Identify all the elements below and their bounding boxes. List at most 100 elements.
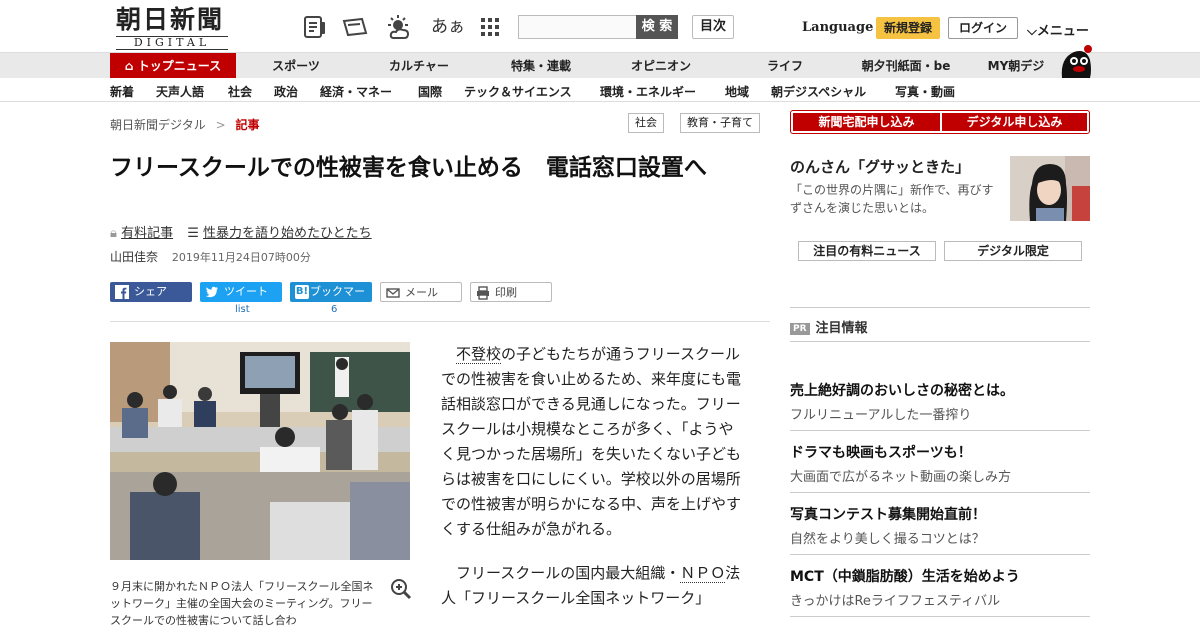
zoom-icon[interactable] [390,578,412,600]
login-button[interactable]: ログイン [948,17,1018,39]
article-photo[interactable] [110,342,410,560]
nav2-item[interactable]: 社会 [228,83,252,100]
mascot-icon [1061,45,1092,78]
nav-item-life[interactable]: ライフ [744,53,826,79]
pr-item[interactable]: MCT（中鎖脂肪酸）生活を始めよう きっかけはReライフフェスティバル [790,566,1090,609]
pr-item[interactable]: ドラマも映画もスポーツも！ 大画面で広がるネット動画の楽しみ方 [790,442,1090,485]
paragraph: フリースクールの国内最大組織・ＮＰＯ法人「フリースクール全国ネットワーク」 [441,561,747,611]
nav2-item[interactable]: 国際 [418,83,442,100]
search-input[interactable] [518,15,638,39]
print-button[interactable]: 印刷 [470,282,552,302]
print-label: 印刷 [495,286,517,299]
nav-item-culture[interactable]: カルチャー [378,53,460,79]
pr-item-title: MCT（中鎖脂肪酸）生活を始めよう [790,569,1020,585]
article-body: 不登校の子どもたちが通うフリースクールでの性被害を食い止めるため、来年度にも電話… [441,342,747,630]
facebook-share-button[interactable]: シェア [110,282,192,302]
tag-society[interactable]: 社会 [628,113,664,133]
photo-caption: ９月末に開かれたＮＰＯ法人「フリースクール全国ネットワーク」主催の全国大会のミー… [110,580,374,627]
breadcrumb: 朝日新聞デジタル > 記事 [110,116,260,133]
feature-photo[interactable] [1010,156,1090,221]
feature-title[interactable]: のんさん「グサッときた」 [790,156,1002,177]
nav2-item[interactable]: 地域 [725,83,749,100]
divider [790,554,1090,555]
font-size-toggle[interactable]: あぁ [431,12,465,37]
grid-menu-icon[interactable] [477,14,503,40]
twitter-icon [205,286,218,298]
chevron-down-icon: ⌵ [1027,24,1037,39]
subscribe-paper-button[interactable]: 新聞宅配申し込み [793,113,940,131]
pr-item-title: 売上絶好調のおいしさの秘密とは。 [790,383,1014,399]
pr-item-desc: 自然をより美しく撮るコツとは？ [790,532,985,547]
nav-item-sports[interactable]: スポーツ [256,53,336,79]
search-button[interactable]: 検 索 [636,15,678,39]
divider [790,616,1090,617]
asahi-logo[interactable]: 朝日新聞 DIGITAL [116,6,228,50]
paid-news-button[interactable]: 注目の有料ニュース [798,241,936,261]
feature-desc: 「この世界の片隅に」新作で、再びすずさんを演じた思いとは。 [790,183,994,215]
pr-item[interactable]: 写真コンテスト募集開始直前！ 自然をより美しく撮るコツとは？ [790,504,1090,547]
menu-button[interactable]: ⌵メニュー [1027,20,1089,39]
article-meta: 🔒︎ 有料記事 ☰ 性暴力を語り始めたひとたち [110,222,372,241]
nav2-item[interactable]: 朝デジスペシャル [771,83,866,100]
nav2-item[interactable]: 環境・エネルギー [600,83,696,100]
nav-item-my-asadigi[interactable]: MY朝デジ [980,53,1052,79]
pr-item-title: ドラマも映画もスポーツも！ [790,445,972,461]
nav2-item[interactable]: 新着 [110,83,134,100]
twitter-count[interactable]: list [235,304,250,315]
subscribe-digital-button[interactable]: デジタル申し込み [942,113,1087,131]
divider [790,341,1090,342]
newspaper-icon[interactable] [302,14,328,40]
logo-digital: DIGITAL [116,36,228,50]
paragraph-text: フリースクールの国内最大組織・ [456,564,681,582]
nav2-item[interactable]: 天声人語 [156,83,204,100]
article-title: フリースクールでの性被害を食い止める 電話窓口設置へ [110,155,707,181]
weather-icon[interactable] [386,14,412,40]
divider [110,321,770,322]
home-icon: ⌂ [124,59,134,73]
nav-item-opinion[interactable]: オピニオン [620,53,702,79]
subscribe-box: 新聞宅配申し込み デジタル申し込み [790,110,1090,134]
digital-only-button[interactable]: デジタル限定 [944,241,1082,261]
breadcrumb-root[interactable]: 朝日新聞デジタル [110,118,206,132]
register-button[interactable]: 新規登録 [876,17,940,39]
hatena-bookmark-button[interactable]: B! ブックマーク [290,282,372,318]
breadcrumb-sep: > [215,118,226,132]
paragraph: 不登校の子どもたちが通うフリースクールでの性被害を食い止めるため、来年度にも電話… [441,342,747,542]
mail-icon [386,288,400,298]
paragraph-text: の子どもたちが通うフリースクールでの性被害を食い止めるため、来年度にも電話相談窓… [441,345,742,538]
nav-label: トップニュース [137,59,222,73]
pr-item-desc: フルリニューアルした一番搾り [790,408,972,423]
nav-item-features[interactable]: 特集・連載 [500,53,582,79]
pr-heading-label: 注目情報 [815,321,868,336]
twitter-share-button[interactable]: ツイート [200,282,282,302]
toc-button[interactable]: 目次 [692,15,734,39]
nav2-item[interactable]: 政治 [274,83,298,100]
keyword-link[interactable]: 不登校 [456,345,502,364]
byline: 山田佳奈 2019年11月24日07時00分 [110,248,311,265]
menu-label: メニュー [1036,24,1089,39]
breadcrumb-current: 記事 [235,118,260,132]
pr-item[interactable]: 売上絶好調のおいしさの秘密とは。 フルリニューアルした一番搾り [790,380,1090,423]
tag-education[interactable]: 教育・子育て [680,113,760,133]
language-link[interactable]: Language [802,20,873,35]
nav2-item[interactable]: 経済・マネー [320,83,392,100]
mail-label: メール [405,286,438,299]
keyword-link[interactable]: ＮＰＯ [680,564,726,583]
twitter-label: ツイート [224,285,268,298]
site-header: 朝日新聞 DIGITAL あぁ 検 索 目次 Language 新規登録 ログイ… [0,0,1200,52]
author-name: 山田佳奈 [110,250,159,264]
secondary-nav: 新着 天声人語 社会 政治 経済・マネー 国際 テック＆サイエンス 環境・エネル… [0,78,1200,102]
hatena-count[interactable]: 6 [331,304,337,315]
series-link[interactable]: 性暴力を語り始めたひとたち [203,226,372,241]
paid-article-link[interactable]: 有料記事 [121,226,173,241]
nav2-item[interactable]: 写真・動画 [895,83,955,100]
bookmark-tag-icon[interactable] [342,14,368,40]
mail-share-button[interactable]: メール [380,282,462,302]
nav2-item[interactable]: テック＆サイエンス [464,83,572,100]
nav-item-newspaper[interactable]: 朝夕刊紙面・be [856,53,956,79]
pr-heading: PR 注目情報 [790,317,868,336]
pr-item-title: 写真コンテスト募集開始直前！ [790,507,986,523]
nav-item-top-news[interactable]: ⌂ トップニュース [110,53,236,79]
publish-date: 2019年11月24日07時00分 [171,251,311,264]
primary-nav: ⌂ トップニュース スポーツ カルチャー 特集・連載 オピニオン ライフ 朝夕刊… [0,52,1200,79]
